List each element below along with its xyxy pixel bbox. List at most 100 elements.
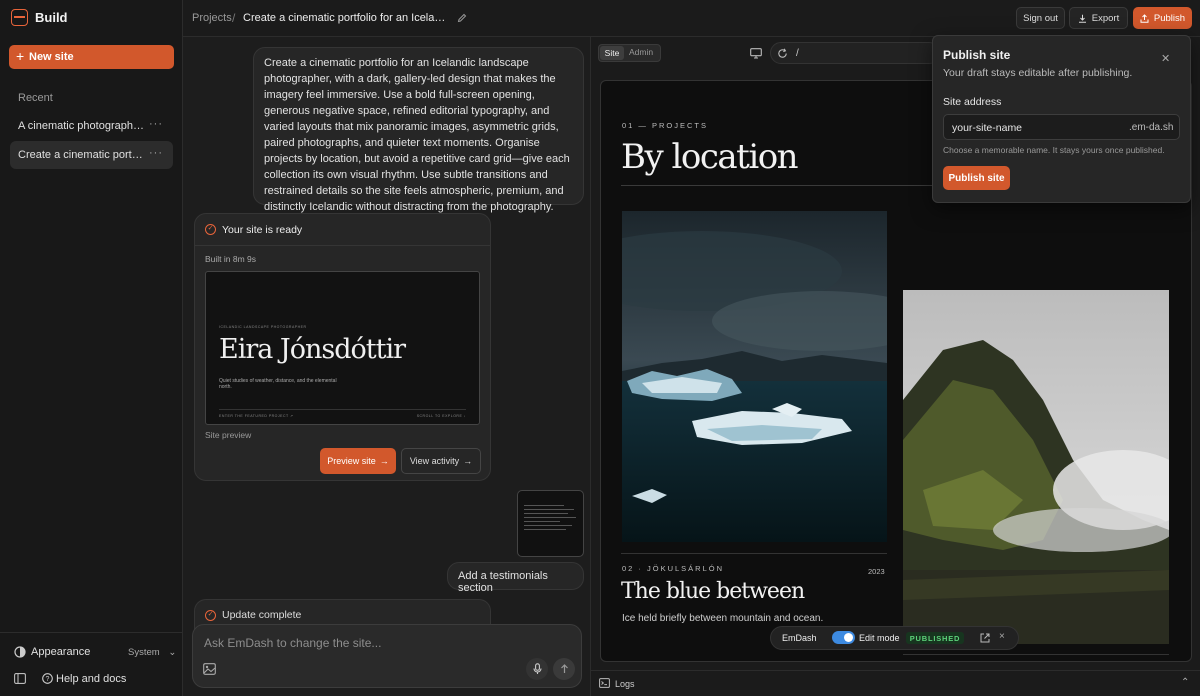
help-docs-link[interactable]: Help and docs bbox=[56, 673, 126, 685]
logs-label: Logs bbox=[615, 679, 635, 689]
plus-icon: + bbox=[16, 48, 25, 64]
edit-title-icon[interactable] bbox=[457, 13, 467, 23]
chevron-down-icon: ⌄ bbox=[168, 647, 177, 658]
user-message-bubble: Add a testimonials section bbox=[447, 562, 584, 594]
sidebar-toggle-icon[interactable] bbox=[14, 673, 26, 684]
more-options-icon[interactable]: ··· bbox=[149, 118, 163, 130]
logo-icon bbox=[11, 9, 28, 26]
appearance-label: Appearance bbox=[31, 646, 91, 658]
site-ready-title: Your site is ready bbox=[222, 224, 303, 236]
preview-site-label: Preview site bbox=[327, 456, 376, 466]
sign-out-button[interactable]: Sign out bbox=[1016, 7, 1065, 29]
user-prompt-bubble: Create a cinematic portfolio for an Icel… bbox=[253, 47, 584, 213]
published-status-badge: PUBLISHED bbox=[906, 632, 964, 644]
sidebar-footer bbox=[0, 632, 183, 696]
appearance-select[interactable]: System ⌄ bbox=[128, 647, 176, 658]
new-site-button[interactable]: + New site bbox=[9, 45, 174, 69]
site-address-value[interactable]: your-site-name bbox=[952, 122, 1022, 134]
close-icon[interactable]: ✕ bbox=[1161, 52, 1170, 65]
sidebar bbox=[0, 0, 183, 696]
popover-description: Your draft stays editable after publishi… bbox=[943, 67, 1133, 79]
image-attach-icon[interactable] bbox=[203, 663, 216, 675]
sidebar-item-history-2[interactable]: Create a cinematic portfol... ··· bbox=[10, 141, 173, 169]
more-options-icon[interactable]: ··· bbox=[149, 147, 163, 159]
appearance-value: System bbox=[128, 647, 160, 658]
check-circle-icon: ✓ bbox=[205, 224, 216, 235]
close-toolbar-icon[interactable]: × bbox=[999, 631, 1005, 642]
section-eyebrow: 01 — PROJECTS bbox=[622, 121, 709, 130]
export-label: Export bbox=[1091, 12, 1120, 24]
refresh-icon[interactable] bbox=[777, 48, 788, 59]
project-caption: Ice held briefly between mountain and oc… bbox=[622, 613, 824, 624]
popover-title: Publish site bbox=[943, 48, 1011, 62]
project-location: 02 · JÖKULSÁRLÓN bbox=[622, 564, 725, 573]
history-item-label: A cinematic photography ... bbox=[18, 120, 144, 132]
arrow-right-icon: → bbox=[463, 456, 473, 466]
thumb-line bbox=[524, 521, 560, 522]
project-title-heading: The blue between bbox=[621, 579, 805, 604]
thumbnail-heading: Eira Jónsdóttir bbox=[219, 334, 406, 365]
url-path: / bbox=[796, 48, 799, 59]
export-button[interactable]: Export bbox=[1069, 7, 1128, 29]
composer[interactable] bbox=[192, 624, 582, 688]
thumb-line bbox=[524, 529, 566, 530]
glacier-lagoon-photo bbox=[622, 211, 887, 542]
thumbnail-divider bbox=[219, 409, 466, 410]
composer-input[interactable]: Ask EmDash to change the site... bbox=[204, 636, 381, 650]
help-icon: ? bbox=[42, 673, 53, 684]
thumb-line bbox=[524, 517, 576, 518]
publish-button[interactable]: Publish bbox=[1133, 7, 1192, 29]
recent-heading: Recent bbox=[18, 92, 53, 104]
attached-screenshot-thumbnail[interactable] bbox=[517, 490, 584, 557]
project-title: Create a cinematic portfolio for an Icel… bbox=[243, 12, 448, 24]
site-address-label: Site address bbox=[943, 96, 1002, 108]
appearance-icon bbox=[14, 646, 26, 658]
arrow-right-icon: → bbox=[379, 456, 389, 466]
thumb-line bbox=[524, 525, 572, 526]
breadcrumb-projects[interactable]: Projects bbox=[192, 12, 232, 24]
view-activity-button[interactable]: View activity → bbox=[401, 448, 481, 474]
publish-label: Publish bbox=[1153, 12, 1186, 24]
new-site-label: New site bbox=[29, 51, 74, 63]
publish-site-button[interactable]: Publish site bbox=[943, 166, 1010, 190]
arrow-up-icon bbox=[560, 664, 568, 673]
history-item-label: Create a cinematic portfol... bbox=[18, 149, 144, 161]
view-activity-label: View activity bbox=[409, 456, 460, 466]
thumbnail-cta-right: SCROLL TO EXPLORE ↓ bbox=[416, 414, 466, 418]
tab-site[interactable]: Site bbox=[600, 46, 624, 60]
desktop-view-icon[interactable] bbox=[750, 48, 762, 59]
toolbar-brand: EmDash bbox=[782, 633, 817, 643]
sidebar-item-history-1[interactable]: A cinematic photography ... ··· bbox=[10, 112, 173, 140]
build-duration: Built in 8m 9s bbox=[205, 254, 257, 264]
microphone-icon[interactable] bbox=[526, 658, 548, 680]
thumb-line bbox=[524, 509, 574, 510]
thumbnail-kicker: ICELANDIC LANDSCAPE PHOTOGRAPHER bbox=[219, 325, 307, 329]
thumb-line bbox=[524, 513, 568, 514]
mossy-mountain-photo bbox=[903, 290, 1169, 644]
project-divider bbox=[621, 553, 887, 554]
send-button[interactable] bbox=[553, 658, 575, 680]
svg-text:?: ? bbox=[46, 676, 50, 683]
site-address-suffix: .em-da.sh bbox=[1129, 122, 1174, 133]
breadcrumb-separator: / bbox=[232, 11, 236, 25]
section-heading: By location bbox=[621, 137, 799, 177]
tab-admin[interactable]: Admin bbox=[629, 47, 653, 57]
photo-divider bbox=[903, 654, 1169, 655]
edit-mode-label: Edit mode bbox=[859, 633, 900, 643]
terminal-icon bbox=[599, 678, 610, 688]
external-link-icon[interactable] bbox=[980, 633, 990, 643]
thumbnail-caption: Site preview bbox=[205, 430, 252, 440]
site-address-help: Choose a memorable name. It stays yours … bbox=[943, 145, 1165, 155]
thumb-line bbox=[524, 505, 564, 506]
chevron-up-icon[interactable]: ⌃ bbox=[1181, 677, 1189, 688]
edit-mode-toggle[interactable] bbox=[832, 631, 855, 644]
preview-site-button[interactable]: Preview site → bbox=[320, 448, 396, 474]
check-circle-icon: ✓ bbox=[205, 610, 216, 621]
brand-name: Build bbox=[35, 10, 68, 25]
sign-out-label: Sign out bbox=[1023, 12, 1058, 24]
update-title: Update complete bbox=[222, 609, 302, 621]
logs-bar[interactable] bbox=[591, 670, 1200, 696]
thumbnail-cta-left: ENTER THE FEATURED PROJECT ↗ bbox=[219, 414, 294, 418]
thumbnail-tagline: Quiet studies of weather, distance, and … bbox=[219, 378, 337, 390]
site-preview-thumbnail[interactable]: ICELANDIC LANDSCAPE PHOTOGRAPHER Eira Jó… bbox=[205, 271, 480, 425]
